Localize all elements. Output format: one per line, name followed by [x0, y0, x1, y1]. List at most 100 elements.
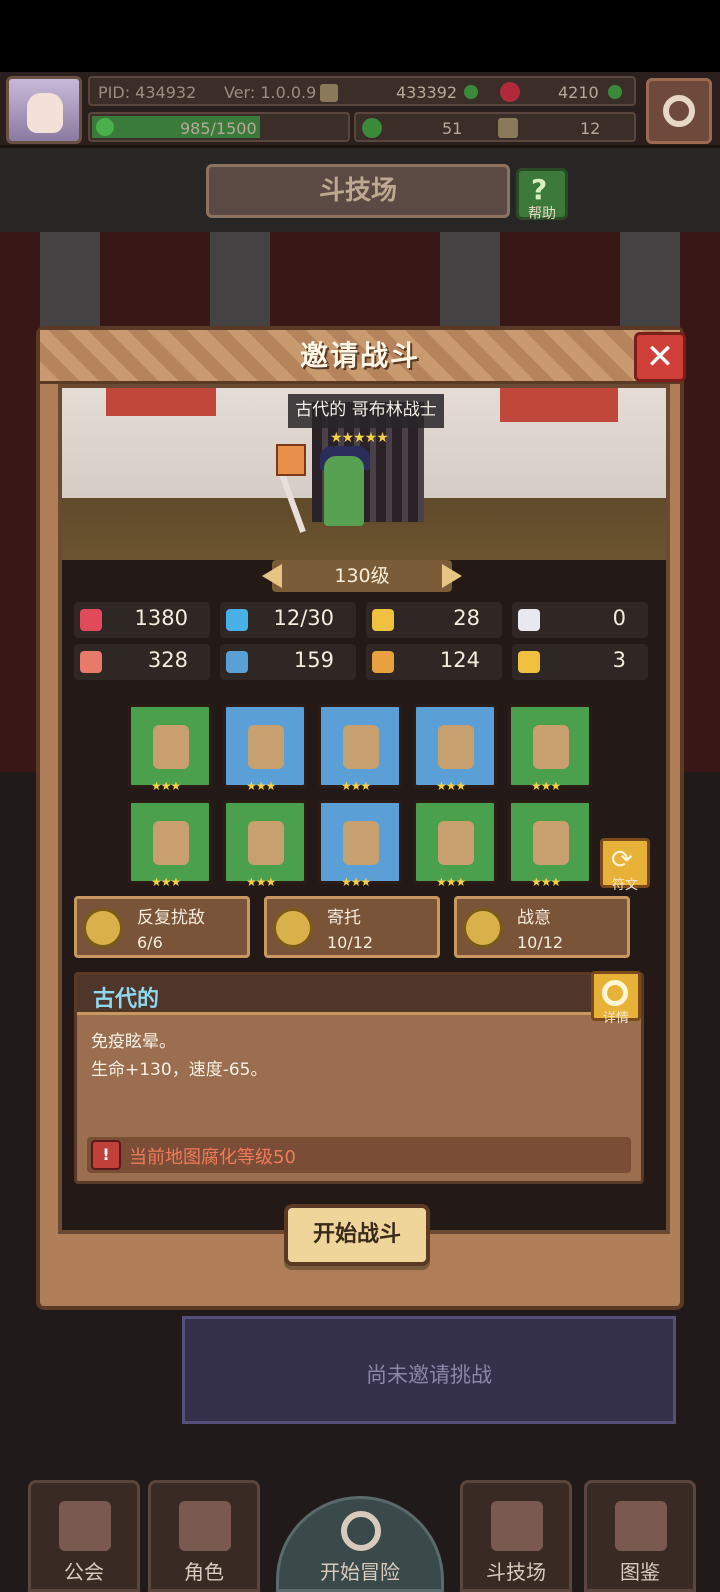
skill-card[interactable]: 寄托 10/12 — [264, 896, 440, 958]
pauldron-icon — [153, 821, 189, 865]
nav-codex[interactable]: 图鉴 — [584, 1480, 696, 1592]
warning-icon: ! — [91, 1140, 121, 1170]
crossed-swords-icon — [491, 1501, 543, 1551]
help-label: 帮助 — [528, 206, 556, 222]
medallion-icon — [438, 725, 474, 769]
equipment-slot[interactable]: ★★★ — [508, 704, 592, 793]
book-icon — [226, 651, 248, 673]
stat-cell: 12/30 — [220, 602, 356, 638]
stat-cell: 159 — [220, 644, 356, 680]
version-label: Ver: 1.0.0.9 — [224, 83, 317, 102]
stat-value: 124 — [439, 648, 480, 672]
equipment-stars: ★★★ — [246, 875, 276, 889]
invite-status-panel: 尚未邀请挑战 — [182, 1316, 676, 1424]
xp-bar: 985/1500 — [88, 112, 350, 142]
wing-icon — [518, 609, 540, 631]
stat-value: 159 — [293, 648, 334, 672]
nav-adventure[interactable]: 开始冒险 — [276, 1496, 444, 1592]
dialog-header: 邀请战斗 — [40, 330, 680, 384]
stat-value: 0 — [612, 606, 626, 630]
equipment-slot[interactable]: ★★★ — [128, 704, 212, 793]
player-avatar[interactable] — [6, 76, 82, 144]
hammer-icon — [498, 118, 518, 138]
skill-name: 战意 — [517, 908, 551, 928]
equipment-slot[interactable]: ★★★ — [318, 800, 402, 889]
shield-item-icon — [248, 725, 284, 769]
affix-header: 古代的 — [77, 975, 641, 1015]
heart-icon — [80, 609, 102, 631]
spear-icon — [153, 725, 189, 769]
nav-character[interactable]: 角色 — [148, 1480, 260, 1592]
horseshoe-icon — [518, 651, 540, 673]
affix-line: 免疫眩晕。 — [91, 1032, 176, 1052]
equipment-stars: ★★★ — [341, 779, 371, 793]
stat-cell: 28 — [366, 602, 502, 638]
currency1-value: 433392 — [396, 83, 458, 102]
equipment-stars: ★★★ — [531, 875, 561, 889]
affix-description: 古代的 详情 免疫眩晕。 生命+130，速度-65。 ! 当前地图腐化等级50 — [74, 971, 644, 1184]
details-label: 详情 — [602, 1011, 629, 1026]
equipment-slot[interactable]: ★★★ — [318, 704, 402, 793]
stat-value: 328 — [147, 648, 188, 672]
equipment-slot[interactable]: ★★★ — [223, 800, 307, 889]
start-battle-button[interactable]: 开始战斗 — [284, 1204, 430, 1266]
affix-title: 古代的 — [93, 987, 160, 1012]
stat-cell: 328 — [74, 644, 210, 680]
necklace-icon — [343, 725, 379, 769]
bottom-nav: 公会 角色 开始冒险 斗技场 图鉴 — [0, 1480, 720, 1592]
enemy-stars: ★★★★★ — [330, 430, 389, 446]
codex-icon — [615, 1501, 667, 1551]
stat-value: 12/30 — [273, 606, 334, 630]
nav-arena[interactable]: 斗技场 — [460, 1480, 572, 1592]
question-icon: ? — [531, 173, 548, 206]
settings-button[interactable] — [646, 78, 712, 144]
stat-cell: 3 — [512, 644, 648, 680]
belt-icon — [438, 821, 474, 865]
info-row: PID: 434932 Ver: 1.0.0.9 433392 4210 — [88, 76, 636, 106]
close-button[interactable]: ✕ — [634, 332, 686, 382]
skill-card[interactable]: 战意 10/12 — [454, 896, 630, 958]
equipment-stars: ★★★ — [436, 875, 466, 889]
skill-name: 寄托 — [327, 908, 361, 928]
gear-icon — [663, 95, 695, 127]
equipment-stars: ★★★ — [246, 779, 276, 793]
rune-button[interactable]: ⟳ 符文 — [600, 838, 650, 893]
page-title: 斗技场 — [206, 164, 510, 218]
clover-icon — [96, 118, 114, 136]
skill-card[interactable]: 反复扰敌 6/6 — [74, 896, 250, 958]
stat-value: 28 — [453, 606, 480, 630]
equipment-slot[interactable]: ★★★ — [413, 704, 497, 793]
equipment-slot[interactable]: ★★★ — [128, 800, 212, 889]
status-bar — [0, 0, 720, 72]
equipment-stars: ★★★ — [436, 779, 466, 793]
details-button[interactable]: 详情 — [591, 971, 641, 1026]
clover-icon — [608, 85, 624, 101]
equipment-slot[interactable]: ★★★ — [413, 800, 497, 889]
equipment-stars: ★★★ — [151, 875, 181, 889]
guild-icon — [59, 1501, 111, 1551]
no-invite-text: 尚未邀请挑战 — [366, 1363, 492, 1387]
nav-label: 开始冒险 — [320, 1560, 400, 1584]
nav-guild[interactable]: 公会 — [28, 1480, 140, 1592]
magnifier-icon — [341, 1511, 381, 1551]
arrow-right-icon — [442, 564, 462, 588]
dialog-title: 邀请战斗 — [299, 339, 420, 372]
stat-value: 1380 — [134, 606, 188, 630]
red-gem-icon — [500, 82, 520, 102]
skill-count: 6/6 — [137, 933, 163, 952]
boots-icon — [533, 821, 569, 865]
help-button[interactable]: ? 帮助 — [516, 168, 568, 222]
currency2-value: 4210 — [558, 83, 599, 102]
equipment-slot[interactable]: ★★★ — [508, 800, 592, 889]
stat-cell: 0 — [512, 602, 648, 638]
magnifier-icon — [602, 980, 628, 1006]
invite-battle-dialog: 邀请战斗 ✕ 古代的 哥布林战士 ★★★★★ 130级 1380 12/30 28 0… — [36, 326, 686, 1310]
red-wall — [106, 388, 216, 416]
equipment-stars: ★★★ — [151, 779, 181, 793]
skill-count: 10/12 — [517, 933, 564, 952]
nav-label: 角色 — [184, 1560, 224, 1584]
equipment-slot[interactable]: ★★★ — [223, 704, 307, 793]
warning-text: 当前地图腐化等级50 — [129, 1147, 296, 1168]
character-icon — [179, 1501, 231, 1551]
stat-value: 3 — [612, 648, 626, 672]
